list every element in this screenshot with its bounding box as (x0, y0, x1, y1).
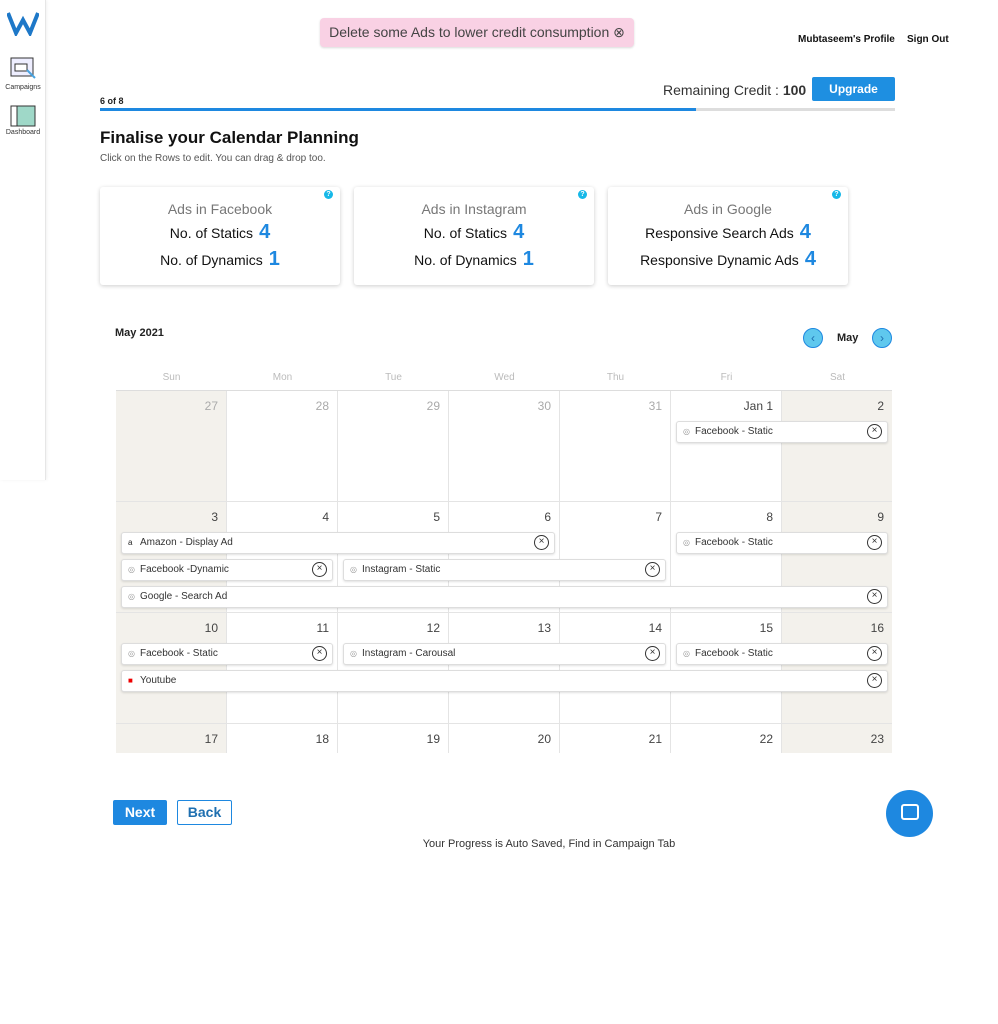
day-cell[interactable]: 19 (338, 724, 449, 753)
facebook-icon: ◎ (683, 427, 690, 436)
card-title: Ads in Instagram (421, 201, 527, 217)
sidebar: Campaigns Dashboard (0, 0, 46, 480)
remove-event-icon[interactable]: × (534, 535, 549, 550)
google-icon: ◎ (128, 592, 135, 601)
day-cell[interactable]: 11 (227, 613, 338, 724)
next-button[interactable]: Next (113, 800, 167, 825)
campaigns-icon (10, 57, 36, 79)
weekday-header: Sun (162, 372, 181, 383)
day-cell[interactable]: 17 (116, 724, 227, 753)
upgrade-button[interactable]: Upgrade (812, 77, 895, 101)
calendar-event[interactable]: ◎ Facebook - Static × (676, 421, 888, 443)
day-cell[interactable]: 16 (782, 613, 892, 724)
instagram-icon: ◎ (350, 565, 357, 574)
step-indicator: 6 of 8 (100, 96, 124, 106)
weekday-header: Fri (720, 372, 733, 383)
help-icon[interactable]: ? (324, 190, 333, 199)
card-row: No. of Dynamics 1 (160, 248, 280, 270)
day-cell[interactable]: 18 (227, 724, 338, 753)
day-cell[interactable]: 10 (116, 613, 227, 724)
day-cell[interactable]: 27 (116, 391, 227, 502)
day-cell[interactable]: 12 (338, 613, 449, 724)
calendar-event[interactable]: ◎ Facebook - Static × (121, 643, 333, 665)
day-cell[interactable]: 15 (671, 613, 782, 724)
remove-event-icon[interactable]: × (312, 562, 327, 577)
sidebar-item-campaigns[interactable]: Campaigns (0, 56, 46, 91)
ad-summary-card: ? Ads in Google Responsive Search Ads 4 Resp… (608, 187, 848, 285)
day-cell[interactable]: 31 (560, 391, 671, 502)
instagram-icon: ◎ (350, 649, 357, 658)
card-row: Responsive Dynamic Ads 4 (640, 248, 816, 270)
calendar-event[interactable]: ◎ Facebook - Static × (676, 532, 888, 554)
calendar-grid: 27 28 29 30 31 Jan 1 2 3 4 5 6 7 8 9 10 11 12 13 14 15 16 17 1… (116, 390, 892, 753)
day-cell[interactable]: 22 (671, 724, 782, 753)
help-icon[interactable]: ? (832, 190, 841, 199)
facebook-icon: ◎ (128, 565, 135, 574)
day-cell[interactable]: 2 (782, 391, 892, 502)
card-title: Ads in Google (684, 201, 772, 217)
help-icon[interactable]: ? (578, 190, 587, 199)
ad-summary-card: ? Ads in Instagram No. of Statics 4 No. of D… (354, 187, 594, 285)
amazon-icon: a (128, 538, 133, 547)
weekday-header: Tue (385, 372, 402, 383)
day-cell[interactable]: 29 (338, 391, 449, 502)
day-cell[interactable]: 28 (227, 391, 338, 502)
calendar-event[interactable]: ■ Youtube × (121, 670, 888, 692)
progress-bar (100, 108, 895, 111)
remove-event-icon[interactable]: × (645, 562, 660, 577)
card-row: No. of Statics 4 (423, 221, 525, 243)
day-cell[interactable]: 30 (449, 391, 560, 502)
progress-fill (100, 108, 697, 111)
page-title: Finalise your Calendar Planning (100, 128, 359, 147)
card-row: No. of Dynamics 1 (414, 248, 534, 270)
remove-event-icon[interactable]: × (867, 535, 882, 550)
remove-event-icon[interactable]: × (867, 424, 882, 439)
sidebar-item-dashboard[interactable]: Dashboard (0, 105, 46, 136)
credit-warning-banner[interactable]: Delete some Ads to lower credit consumpt… (320, 18, 634, 47)
calendar-event[interactable]: ◎ Instagram - Carousal × (343, 643, 666, 665)
calendar-event[interactable]: ◎ Instagram - Static × (343, 559, 666, 581)
calendar-title: May 2021 (115, 327, 164, 339)
weekday-header: Sat (829, 372, 845, 383)
prev-month-button[interactable]: ‹ (803, 328, 823, 348)
calendar-event[interactable]: ◎ Facebook -Dynamic × (121, 559, 333, 581)
chat-icon (901, 804, 919, 820)
autosave-note: Your Progress is Auto Saved, Find in Cam… (422, 838, 676, 850)
weekday-header: Thu (606, 372, 625, 383)
day-cell[interactable]: 13 (449, 613, 560, 724)
youtube-icon: ■ (128, 676, 133, 685)
day-cell[interactable]: 23 (782, 724, 892, 753)
calendar-event[interactable]: a Amazon - Display Ad × (121, 532, 555, 554)
page-subtitle: Click on the Rows to edit. You can drag … (100, 153, 326, 164)
card-row: No. of Statics 4 (169, 221, 271, 243)
day-cell[interactable]: 21 (560, 724, 671, 753)
day-cell[interactable]: 20 (449, 724, 560, 753)
chat-button[interactable] (886, 790, 933, 837)
sign-out-link[interactable]: Sign Out (907, 34, 949, 45)
card-title: Ads in Facebook (167, 201, 273, 217)
dashboard-icon (10, 105, 36, 127)
remove-event-icon[interactable]: × (867, 646, 882, 661)
remove-event-icon[interactable]: × (867, 673, 882, 688)
ad-summary-card: ? Ads in Facebook No. of Statics 4 No. of Dy… (100, 187, 340, 285)
remove-event-icon[interactable]: × (645, 646, 660, 661)
remove-event-icon[interactable]: × (867, 589, 882, 604)
card-row: Responsive Search Ads 4 (645, 221, 811, 243)
current-month: May (837, 332, 859, 344)
profile-link[interactable]: Mubtaseem's Profile (798, 34, 895, 45)
remove-event-icon[interactable]: × (312, 646, 327, 661)
calendar-event[interactable]: ◎ Facebook - Static × (676, 643, 888, 665)
facebook-icon: ◎ (128, 649, 135, 658)
next-month-button[interactable]: › (872, 328, 892, 348)
weekday-header: Mon (272, 372, 293, 383)
day-cell[interactable]: Jan 1 (671, 391, 782, 502)
weekday-header: Wed (494, 372, 515, 383)
facebook-icon: ◎ (683, 538, 690, 547)
remaining-credit: Remaining Credit : 100 (663, 82, 807, 98)
back-button[interactable]: Back (177, 800, 232, 825)
logo-icon[interactable] (7, 10, 39, 36)
facebook-icon: ◎ (683, 649, 690, 658)
day-cell[interactable]: 14 (560, 613, 671, 724)
calendar-event[interactable]: ◎ Google - Search Ad × (121, 586, 888, 608)
